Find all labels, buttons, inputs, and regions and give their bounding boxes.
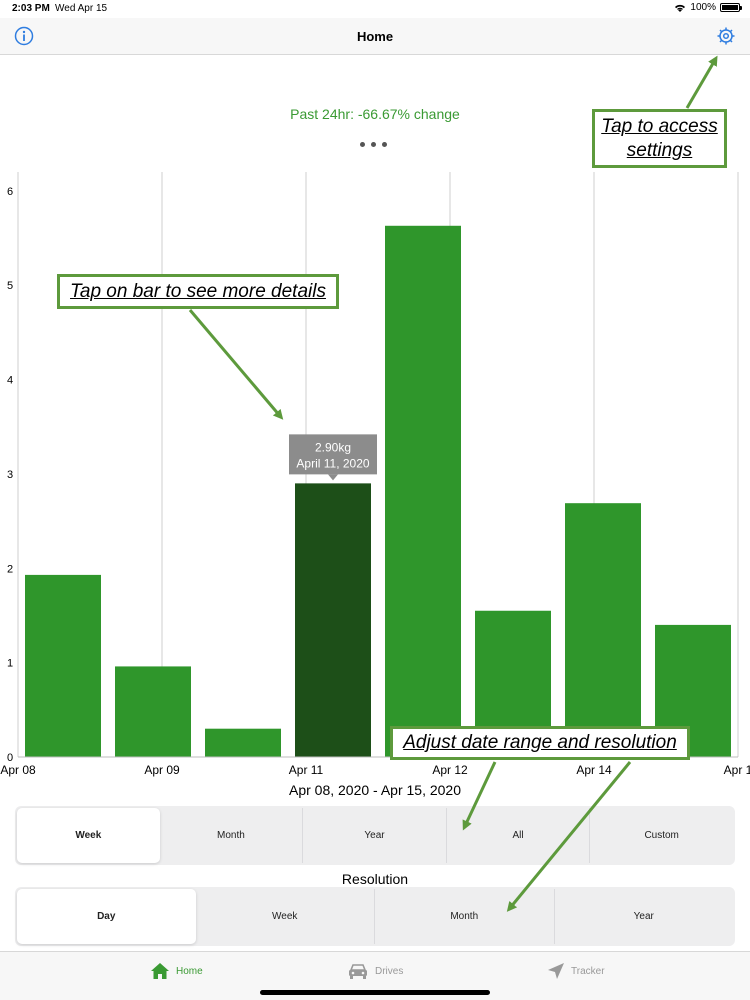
chart-bar[interactable] — [295, 483, 371, 757]
x-tick-label: Apr 08 — [0, 763, 36, 777]
x-tick-label: Apr 1 — [724, 763, 750, 777]
date-range-selector: Week Month Year All Custom — [15, 806, 735, 865]
settings-button[interactable] — [716, 26, 736, 46]
resolution-selector: Day Week Month Year — [15, 887, 735, 946]
y-tick-label: 5 — [7, 280, 13, 292]
tooltip-pointer — [328, 474, 338, 481]
page-title: Home — [356, 29, 394, 44]
y-tick-label: 2 — [7, 563, 13, 575]
segment-year[interactable]: Year — [302, 808, 446, 863]
tab-label: Home — [176, 965, 203, 977]
battery-icon — [720, 3, 742, 12]
segment-month[interactable]: Month — [160, 808, 303, 863]
page-indicator[interactable] — [360, 142, 387, 147]
date-range-label: Apr 08, 2020 - Apr 15, 2020 — [288, 782, 461, 798]
tab-label: Drives — [375, 965, 404, 977]
tooltip-date: April 11, 2020 — [296, 456, 369, 470]
page-dot — [371, 142, 376, 147]
x-tick-label: Apr 14 — [576, 763, 612, 777]
chart-bar[interactable] — [385, 225, 461, 758]
status-time: 2:03 PM — [12, 3, 50, 14]
segment-month[interactable]: Month — [374, 889, 554, 944]
tab-drives[interactable]: Drives — [347, 962, 403, 980]
y-tick-label: 6 — [7, 186, 13, 198]
status-date: Wed Apr 15 — [55, 3, 108, 14]
car-icon — [349, 964, 367, 979]
page-dot — [382, 142, 387, 147]
y-tick-label: 3 — [7, 469, 13, 481]
segment-week[interactable]: Week — [17, 808, 160, 863]
home-indicator — [260, 990, 490, 995]
y-tick-label: 1 — [7, 658, 13, 670]
chart-bar[interactable] — [565, 503, 641, 757]
wifi-icon — [675, 4, 686, 12]
resolution-label: Resolution — [341, 871, 409, 887]
page-dot — [360, 142, 365, 147]
tooltip-value: 2.90kg — [315, 440, 351, 454]
tab-home[interactable]: Home — [150, 962, 203, 980]
annotation-date-range: Adjust date range and resolution — [390, 726, 690, 760]
segment-custom[interactable]: Custom — [589, 808, 733, 863]
tab-tracker[interactable]: Tracker — [547, 962, 605, 980]
status-right: 100% — [674, 2, 742, 13]
bar-chart: 0123456Apr 08 Apr 09 Apr 11 Apr 12 Apr 14 Apr… — [0, 172, 750, 777]
chart-bar[interactable] — [205, 728, 281, 757]
home-icon — [151, 963, 169, 979]
annotation-bar-details: Tap on bar to see more details — [57, 274, 339, 309]
battery-percent: 100% — [690, 2, 716, 13]
status-bar: 2:03 PM Wed Apr 15 100% — [0, 0, 750, 18]
chart-bar[interactable] — [115, 666, 191, 757]
segment-week[interactable]: Week — [196, 889, 375, 944]
tab-label: Tracker — [571, 965, 605, 977]
location-arrow-icon — [548, 963, 564, 979]
x-tick-label: Apr 11 — [289, 763, 324, 777]
x-tick-label: Apr 09 — [144, 763, 180, 777]
y-tick-label: 4 — [7, 375, 13, 387]
segment-all[interactable]: All — [445, 808, 590, 863]
nav-bar: Home — [0, 18, 750, 55]
arrow-to-settings — [685, 55, 718, 109]
segment-day[interactable]: Day — [17, 889, 196, 944]
segment-year[interactable]: Year — [553, 889, 734, 944]
gear-icon — [717, 27, 735, 45]
chart-bar[interactable] — [25, 574, 101, 757]
x-tick-label: Apr 12 — [432, 763, 468, 777]
annotation-settings: Tap to access settings — [592, 109, 727, 168]
